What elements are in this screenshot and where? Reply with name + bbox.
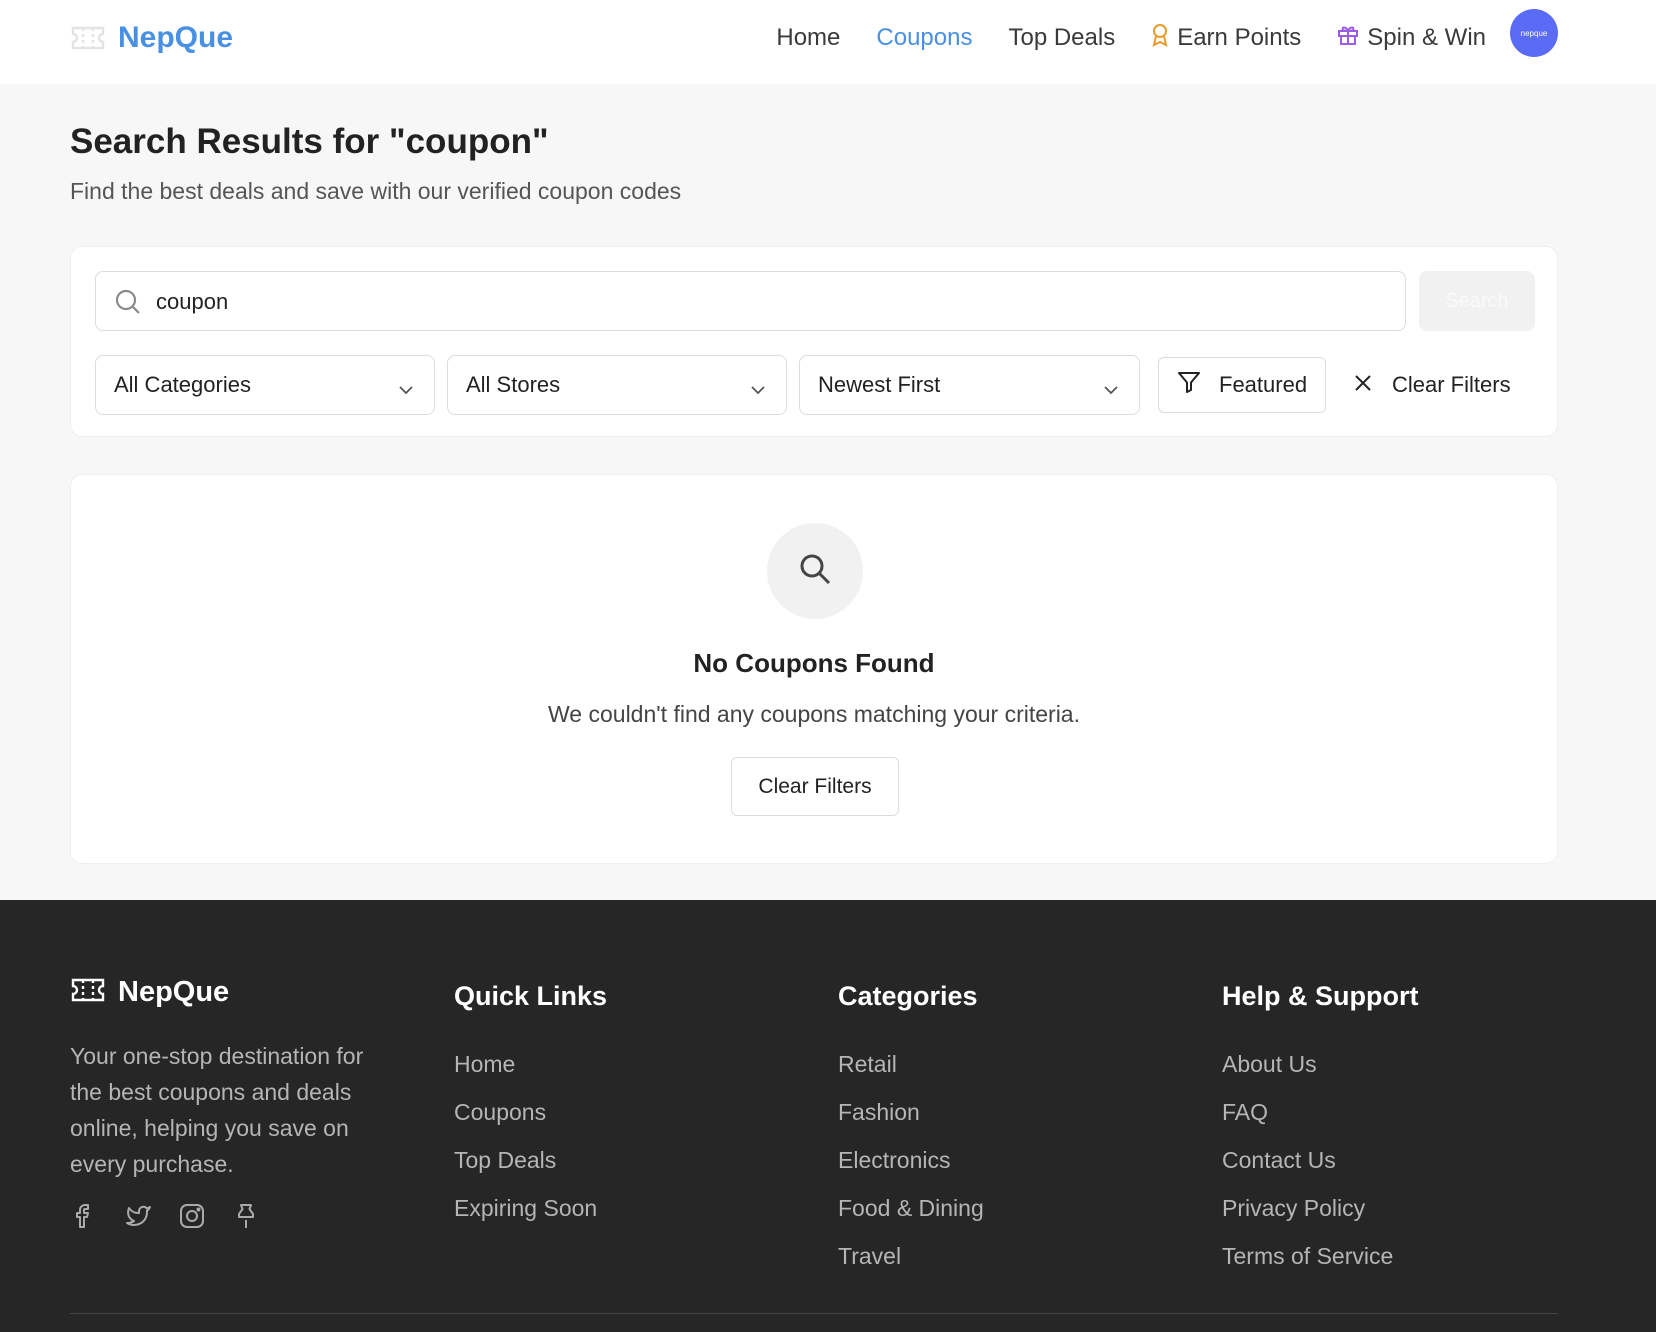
footer-link-terms-of-service[interactable]: Terms of Service — [1222, 1232, 1419, 1280]
page-subtitle: Find the best deals and save with our ve… — [70, 178, 682, 204]
empty-state-card: No Coupons Found We couldn't find any co… — [70, 474, 1558, 864]
empty-state-title: No Coupons Found — [693, 648, 935, 678]
footer-categories-title: Categories — [838, 981, 978, 1011]
brand-name: NepQue — [118, 21, 234, 54]
search-icon — [114, 288, 142, 316]
footer-link-privacy-policy[interactable]: Privacy Policy — [1222, 1184, 1419, 1232]
empty-state-icon-circle — [767, 523, 863, 619]
footer-divider — [70, 1313, 1558, 1314]
footer-link-food-dining[interactable]: Food & Dining — [838, 1184, 984, 1232]
footer-help-support: Help & Support About Us FAQ Contact Us P… — [1222, 976, 1419, 1280]
site-footer: NepQue Your one-stop destination for the… — [0, 900, 1656, 1332]
store-select[interactable]: All Stores — [447, 355, 787, 415]
footer-link-electronics[interactable]: Electronics — [838, 1136, 984, 1184]
footer-link-fashion[interactable]: Fashion — [838, 1088, 984, 1136]
nav-coupons[interactable]: Coupons — [876, 24, 972, 52]
nav-home-label: Home — [776, 24, 841, 51]
facebook-icon[interactable] — [70, 1202, 98, 1230]
search-box — [95, 271, 1406, 331]
footer-link-faq[interactable]: FAQ — [1222, 1088, 1419, 1136]
main-nav: Home Coupons Top Deals Earn Points Spin … — [776, 18, 1486, 58]
nav-home[interactable]: Home — [776, 24, 840, 52]
nav-earn-points[interactable]: Earn Points — [1151, 23, 1301, 54]
search-button[interactable]: Search — [1419, 271, 1535, 331]
footer-link-about-us[interactable]: About Us — [1222, 1040, 1419, 1088]
instagram-icon[interactable] — [178, 1202, 206, 1230]
footer-brand[interactable]: NepQue — [70, 976, 229, 1009]
page-title: Search Results for "coupon" — [70, 122, 549, 161]
store-select-value: All Stores — [466, 372, 561, 397]
chevron-down-icon — [1103, 378, 1119, 395]
nav-earn-points-label: Earn Points — [1177, 24, 1302, 51]
footer-help-title: Help & Support — [1222, 981, 1419, 1011]
brand-logo-link[interactable]: NepQue — [70, 18, 233, 58]
search-filter-card: Search All Categories All Stores Newest … — [70, 246, 1558, 437]
ticket-icon — [70, 977, 106, 1008]
filter-icon — [1177, 370, 1201, 400]
footer-link-coupons[interactable]: Coupons — [454, 1088, 607, 1136]
category-select[interactable]: All Categories — [95, 355, 435, 415]
empty-state-message: We couldn't find any coupons matching yo… — [548, 701, 1080, 727]
pin-icon[interactable] — [232, 1202, 260, 1230]
social-links — [70, 1202, 260, 1230]
footer-brand-name: NepQue — [118, 976, 230, 1008]
sort-select-value: Newest First — [818, 372, 941, 397]
featured-label: Featured — [1219, 372, 1308, 397]
footer-link-top-deals[interactable]: Top Deals — [454, 1136, 607, 1184]
footer-categories: Categories Retail Fashion Electronics Fo… — [838, 976, 984, 1280]
sort-select[interactable]: Newest First — [799, 355, 1140, 415]
search-icon — [798, 552, 832, 591]
footer-link-contact-us[interactable]: Contact Us — [1222, 1136, 1419, 1184]
nav-spin-win-label: Spin & Win — [1367, 24, 1486, 51]
twitter-icon[interactable] — [124, 1202, 152, 1230]
close-icon — [1354, 372, 1372, 398]
award-icon — [1151, 23, 1169, 54]
gift-icon — [1337, 24, 1359, 53]
nav-top-deals-label: Top Deals — [1008, 24, 1116, 51]
clear-filters-label: Clear Filters — [1392, 372, 1511, 397]
nav-top-deals[interactable]: Top Deals — [1008, 24, 1115, 52]
footer-link-travel[interactable]: Travel — [838, 1232, 984, 1280]
footer-description: Your one-stop destination for the best c… — [70, 1043, 364, 1177]
user-avatar[interactable]: nepque — [1510, 9, 1558, 57]
nav-coupons-label: Coupons — [876, 24, 973, 51]
ticket-icon — [70, 24, 106, 52]
footer-link-expiring-soon[interactable]: Expiring Soon — [454, 1184, 607, 1232]
clear-filters-button[interactable]: Clear Filters — [1354, 357, 1534, 413]
avatar-text: nepque — [1520, 28, 1548, 38]
chevron-down-icon — [750, 378, 766, 395]
nav-spin-win[interactable]: Spin & Win — [1337, 24, 1486, 53]
top-navbar: NepQue Home Coupons Top Deals Earn Point… — [0, 0, 1656, 84]
footer-link-home[interactable]: Home — [454, 1040, 607, 1088]
chevron-down-icon — [398, 378, 414, 395]
category-select-value: All Categories — [114, 372, 251, 397]
footer-quick-links: Quick Links Home Coupons Top Deals Expir… — [454, 976, 607, 1232]
footer-link-retail[interactable]: Retail — [838, 1040, 984, 1088]
footer-quick-links-title: Quick Links — [454, 981, 608, 1011]
empty-clear-filters-button[interactable]: Clear Filters — [731, 757, 899, 816]
featured-filter-button[interactable]: Featured — [1158, 357, 1326, 413]
search-input[interactable] — [156, 282, 1386, 322]
